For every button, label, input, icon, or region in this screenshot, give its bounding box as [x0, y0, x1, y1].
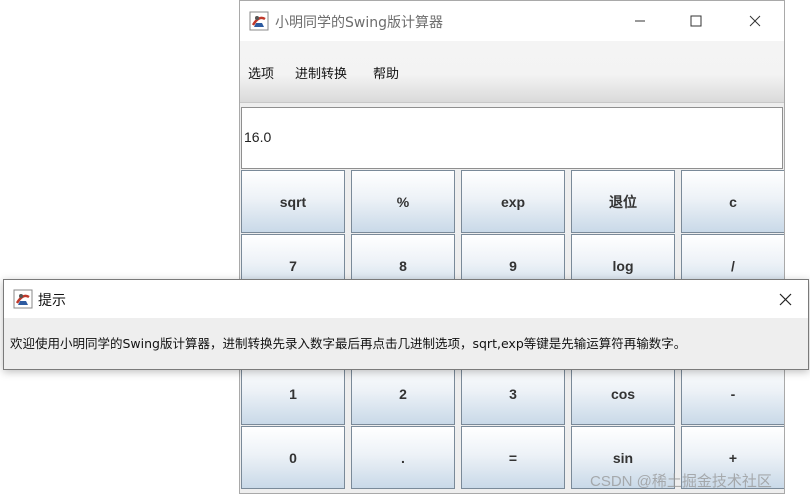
watermark: CSDN @稀土掘金技术社区 — [590, 473, 772, 490]
maximize-button[interactable] — [673, 7, 719, 35]
key-0[interactable]: 0 — [241, 426, 345, 489]
key-percent[interactable]: % — [351, 170, 455, 233]
result-display[interactable]: 16.0 — [241, 107, 783, 169]
minimize-icon — [635, 20, 645, 22]
key-exp[interactable]: exp — [461, 170, 565, 233]
key-equals[interactable]: = — [461, 426, 565, 489]
java-cup-icon — [249, 11, 269, 31]
title-bar[interactable]: 小明同学的Swing版计算器 — [240, 1, 784, 41]
key-minus[interactable]: - — [681, 362, 784, 425]
key-decimal[interactable]: . — [351, 426, 455, 489]
menu-base-conversion[interactable]: 进制转换 — [295, 63, 347, 82]
dialog-message: 欢迎使用小明同学的Swing版计算器，进制转换先录入数字最后再点击几进制选项，s… — [10, 336, 687, 351]
menu-options[interactable]: 选项 — [248, 63, 274, 82]
minimize-button[interactable] — [617, 7, 663, 35]
key-2[interactable]: 2 — [351, 362, 455, 425]
maximize-icon — [690, 15, 702, 27]
java-cup-icon — [13, 289, 33, 309]
dialog-title-bar[interactable]: 提示 — [4, 280, 808, 318]
key-3[interactable]: 3 — [461, 362, 565, 425]
key-clear[interactable]: c — [681, 170, 784, 233]
display-value: 16.0 — [244, 129, 272, 145]
window-title: 小明同学的Swing版计算器 — [275, 15, 443, 31]
tip-dialog: 提示 欢迎使用小明同学的Swing版计算器，进制转换先录入数字最后再点击几进制选… — [3, 279, 809, 370]
key-1[interactable]: 1 — [241, 362, 345, 425]
close-button[interactable] — [732, 7, 778, 35]
dialog-close-button[interactable] — [766, 285, 804, 313]
key-cos[interactable]: cos — [571, 362, 675, 425]
key-backspace[interactable]: 退位 — [571, 170, 675, 233]
menu-help[interactable]: 帮助 — [373, 63, 399, 82]
close-icon — [779, 293, 791, 305]
dialog-title: 提示 — [38, 293, 66, 309]
calculator-window: 小明同学的Swing版计算器 选项 进制转换 帮助 16.0 sqrt % ex… — [239, 0, 785, 494]
key-sqrt[interactable]: sqrt — [241, 170, 345, 233]
menu-bar: 选项 进制转换 帮助 — [240, 41, 784, 103]
close-icon — [749, 15, 761, 27]
